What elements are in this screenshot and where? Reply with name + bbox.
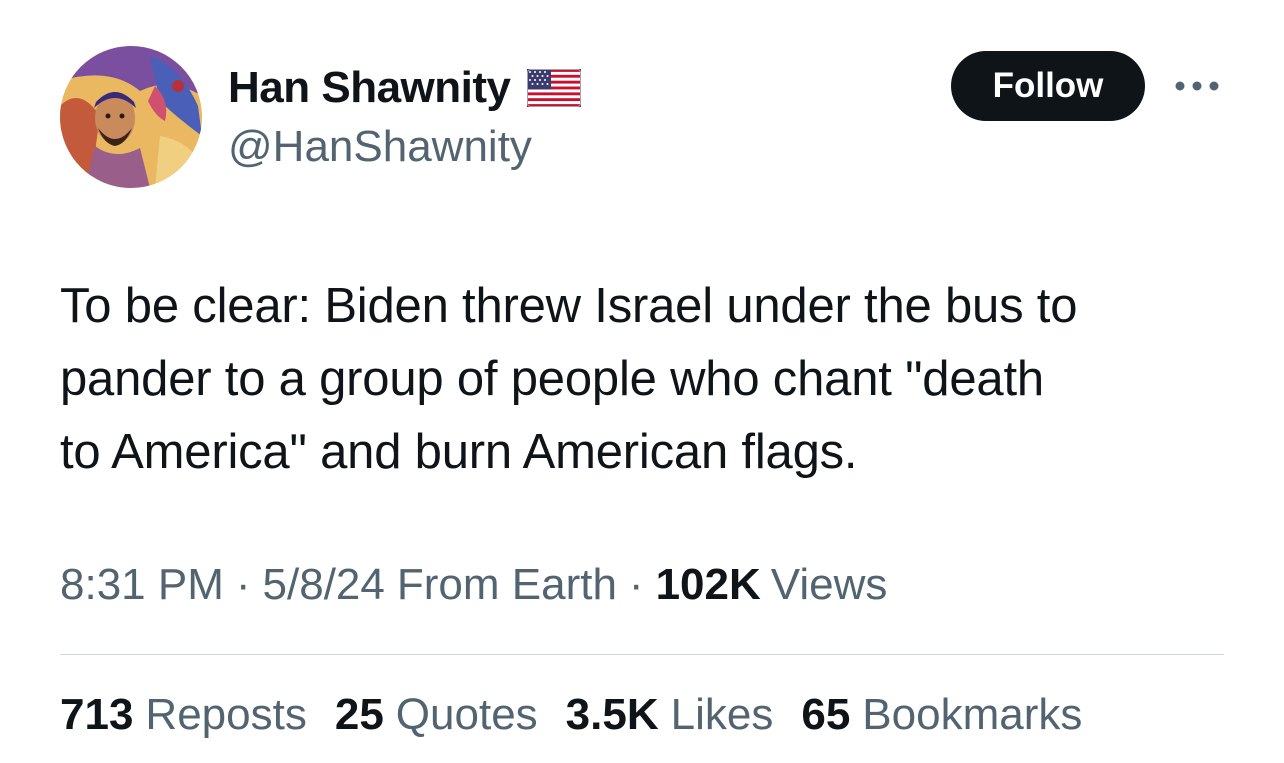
tweet-date[interactable]: 5/8/24 [263, 560, 385, 610]
author-handle[interactable]: @HanShawnity [228, 122, 581, 172]
avatar-image [60, 46, 202, 188]
name-row: Han Shawnity [228, 60, 581, 116]
bookmarks-count: 65 [801, 690, 851, 739]
us-flag-icon [526, 69, 581, 107]
tweet-time[interactable]: 8:31 PM [60, 560, 224, 610]
quotes-count: 25 [334, 690, 384, 739]
reposts-stat[interactable]: 713 Reposts [60, 690, 307, 740]
tweet-meta: 8:31 PM · 5/8/24 From Earth · 102K Views [60, 560, 887, 610]
tweet-text: To be clear: Biden threw Israel under th… [60, 270, 1230, 489]
tweet-source: From Earth [396, 560, 617, 609]
follow-button[interactable]: Follow [951, 51, 1145, 121]
tweet-card: Han Shawnity @HanShawnity Follow To be c… [0, 0, 1284, 763]
tweet-text-line: To be clear: Biden threw Israel under th… [60, 279, 1078, 333]
author-identity: Han Shawnity @HanShawnity [228, 60, 581, 172]
reposts-label: Reposts [145, 690, 307, 739]
meta-separator: · [235, 560, 251, 609]
tweet-text-line: to America" and burn American flags. [60, 425, 858, 479]
views-label: Views [770, 560, 888, 609]
divider [60, 654, 1224, 655]
tweet-text-line: pander to a group of people who chant "d… [60, 352, 1044, 406]
likes-label: Likes [670, 690, 774, 739]
likes-stat[interactable]: 3.5K Likes [566, 690, 774, 740]
avatar[interactable] [60, 46, 202, 188]
meta-separator: · [628, 560, 644, 609]
views-count[interactable]: 102K [656, 560, 761, 610]
reposts-count: 713 [60, 690, 134, 739]
likes-count: 3.5K [565, 690, 659, 739]
quotes-label: Quotes [395, 690, 538, 739]
engagement-stats: 713 Reposts 25 Quotes 3.5K Likes 65 Book… [60, 690, 1110, 740]
more-options-button[interactable] [1172, 70, 1222, 102]
bookmarks-stat[interactable]: 65 Bookmarks [801, 690, 1082, 740]
bookmarks-label: Bookmarks [862, 690, 1083, 739]
quotes-stat[interactable]: 25 Quotes [335, 690, 538, 740]
author-display-name[interactable]: Han Shawnity [228, 63, 511, 113]
more-horizontal-icon [1175, 81, 1219, 91]
